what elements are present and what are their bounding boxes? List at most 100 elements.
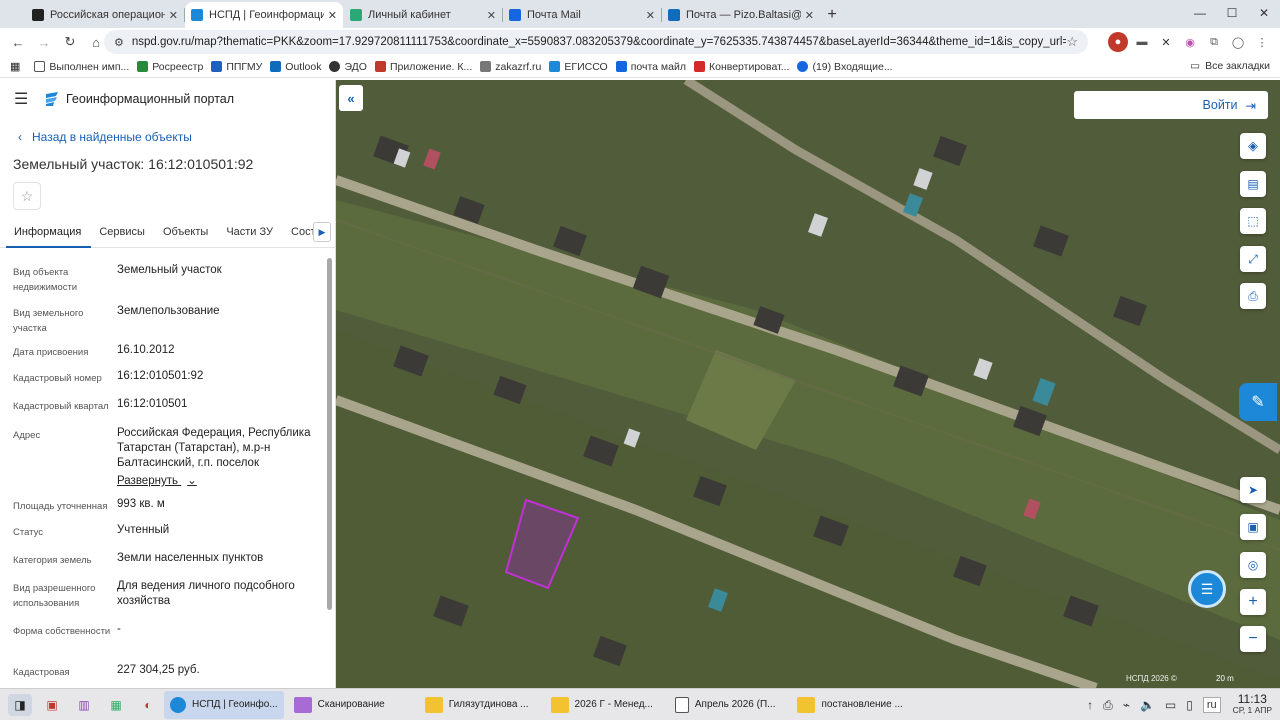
clock[interactable]: 11:13 СР, 1 АПР	[1233, 693, 1272, 716]
bookmark-favicon-icon	[329, 61, 341, 72]
locate-button[interactable]: ◎	[1240, 552, 1266, 578]
attribute-key: Вид разрешенного использования	[13, 583, 96, 609]
browser-tab-active[interactable]: НСПД | Геоинформацион ✕	[185, 2, 343, 28]
minimize-icon[interactable]: —	[1184, 6, 1216, 20]
reload-icon[interactable]: ↻	[58, 30, 82, 54]
bookmark-item[interactable]: Выполнен имп...	[34, 61, 129, 73]
back-arrow-icon[interactable]: ←	[6, 30, 30, 54]
hamburger-menu-icon[interactable]: ☰	[14, 89, 36, 109]
chat-button[interactable]: ☰	[1188, 570, 1226, 608]
back-to-results-link[interactable]: ‹ Назад в найденные объекты	[18, 130, 335, 144]
bookmark-item[interactable]: почта майл	[615, 61, 686, 73]
favorite-star-button[interactable]: ☆	[13, 182, 41, 210]
bookmark-item[interactable]: Конвертироват...	[693, 61, 789, 73]
minus-icon: −	[1248, 630, 1258, 647]
browser-tab[interactable]: Личный кабинет ✕	[344, 2, 503, 28]
extension-icon[interactable]: ●	[1108, 32, 1128, 52]
extension-icon[interactable]: ✕	[1156, 32, 1176, 52]
minimap-button[interactable]: ▣	[1240, 514, 1266, 540]
share-icon: ⤢	[1248, 251, 1258, 266]
close-icon[interactable]: ✕	[646, 9, 655, 22]
tab-parts[interactable]: Части ЗУ	[218, 220, 283, 248]
extensions-puzzle-icon[interactable]: ⧉	[1204, 32, 1224, 52]
map-view[interactable]: « Войти ⇥ ◈ ▤ ⬚ ⤢ ⎙ ✎ ➤ ▣ ◎ ☰ + − НСПД 2…	[336, 80, 1280, 688]
bookmark-label: Приложение. К...	[389, 60, 473, 73]
taskbar-window[interactable]: Сканирование	[288, 691, 391, 719]
bookmark-item[interactable]: Приложение. К...	[374, 60, 473, 73]
bookmark-favicon-icon	[693, 61, 705, 72]
close-window-icon[interactable]: ✕	[1248, 6, 1280, 20]
taskbar-window[interactable]: Гилязутдинова ...	[419, 691, 535, 719]
bookmark-item[interactable]: (19) Входящие...	[797, 60, 893, 73]
browser-tab[interactable]: Почта — Pizo.Baltasi@tat ✕	[662, 2, 820, 28]
display-icon[interactable]: ▭	[1165, 698, 1176, 712]
close-icon[interactable]: ✕	[805, 9, 814, 22]
site-info-icon[interactable]: ⚙	[114, 36, 124, 49]
zoom-out-button[interactable]: −	[1240, 626, 1266, 652]
bookmark-item[interactable]: zakazrf.ru	[480, 61, 541, 73]
zoom-in-button[interactable]: +	[1240, 589, 1266, 615]
expand-address-link[interactable]: Развернуть ⌄	[117, 474, 317, 489]
up-arrow-icon[interactable]: ↑	[1087, 698, 1093, 712]
all-bookmarks[interactable]: ▭ Все закладки	[1190, 60, 1270, 72]
bookmark-item[interactable]: ЕГИССО	[549, 61, 608, 73]
browser-tab[interactable]: Российская операционн ✕	[26, 2, 185, 28]
forward-arrow-icon[interactable]: →	[32, 30, 56, 54]
bookmark-item[interactable]: Росреестр	[137, 61, 203, 73]
login-button[interactable]: Войти ⇥	[1074, 91, 1268, 119]
panel-scrollbar[interactable]	[327, 258, 332, 610]
collapse-panel-button[interactable]: «	[339, 85, 363, 111]
extension-icon[interactable]: ▬	[1132, 32, 1152, 52]
extension-icon[interactable]: ◉	[1180, 32, 1200, 52]
taskbar-window[interactable]: постановление ...	[791, 691, 908, 719]
satellite-imagery	[336, 80, 1280, 688]
close-icon[interactable]: ✕	[169, 9, 178, 22]
measure-button[interactable]: ▤	[1240, 171, 1266, 197]
attribute-value: 16:12:010501:92	[117, 370, 204, 382]
plus-icon: +	[1248, 593, 1258, 610]
taskbar-window[interactable]: 2026 Г - Менед...	[545, 691, 659, 719]
menu-dots-icon[interactable]: ⋮	[1252, 32, 1272, 52]
bookmark-label: (19) Входящие...	[812, 60, 893, 73]
taskbar-window[interactable]: НСПД | Геоинфо...	[164, 690, 284, 719]
select-area-button[interactable]: ⬚	[1240, 208, 1266, 234]
bookmark-item[interactable]: ЭДО	[329, 61, 367, 73]
profile-icon[interactable]: ◯	[1228, 32, 1248, 52]
url-text[interactable]: nspd.gov.ru/map?thematic=PKK&zoom=17.929…	[132, 36, 1066, 48]
address-bar[interactable]: ⚙ nspd.gov.ru/map?thematic=PKK&zoom=17.9…	[104, 30, 1088, 54]
usb-icon[interactable]: ⌁	[1123, 698, 1130, 712]
tabs-scroll-right-icon[interactable]: ▶	[313, 222, 331, 242]
tab-information[interactable]: Информация	[6, 220, 92, 248]
close-icon[interactable]: ✕	[487, 9, 496, 22]
new-tab-button[interactable]: +	[820, 2, 844, 28]
volume-icon[interactable]: 🔈	[1140, 698, 1155, 712]
browser-tab[interactable]: Почта Mail ✕	[503, 2, 662, 28]
apps-grid-icon[interactable]: ▦	[10, 60, 20, 73]
screenshot-app-icon[interactable]: ▣	[40, 694, 64, 716]
network-icon[interactable]: ▯	[1186, 698, 1193, 712]
bookmark-item[interactable]: ППГМУ	[211, 61, 262, 73]
maps-app-icon[interactable]: ▦	[104, 694, 128, 716]
tab-objects[interactable]: Объекты	[155, 220, 218, 248]
print-button[interactable]: ⎙	[1240, 283, 1266, 309]
printer-icon[interactable]: ⎙	[1103, 698, 1113, 713]
tab-services[interactable]: Сервисы	[91, 220, 155, 248]
attribute-value: 227 304,25 руб.	[117, 664, 200, 676]
browser-launcher-icon[interactable]: ◐	[136, 694, 160, 716]
maximize-icon[interactable]: ☐	[1216, 6, 1248, 20]
tab-favicon-icon	[509, 9, 521, 21]
attribute-value: 16.10.2012	[117, 344, 175, 356]
navigate-button[interactable]: ➤	[1240, 477, 1266, 503]
window-controls: — ☐ ✕	[1184, 0, 1280, 26]
files-app-icon[interactable]: ▥	[72, 694, 96, 716]
close-icon[interactable]: ✕	[328, 9, 337, 22]
bookmark-star-icon[interactable]: ☆	[1066, 34, 1078, 50]
layers-button[interactable]: ◈	[1240, 133, 1266, 159]
language-indicator[interactable]: ru	[1202, 697, 1221, 713]
taskbar-window[interactable]: Апрель 2026 (П...	[669, 691, 782, 719]
share-button[interactable]: ⤢	[1240, 246, 1266, 272]
help-button[interactable]: ✎	[1239, 383, 1277, 421]
start-menu-icon[interactable]: ◨	[8, 693, 32, 716]
bookmark-label: ППГМУ	[226, 60, 263, 73]
bookmark-item[interactable]: Outlook	[270, 61, 321, 73]
